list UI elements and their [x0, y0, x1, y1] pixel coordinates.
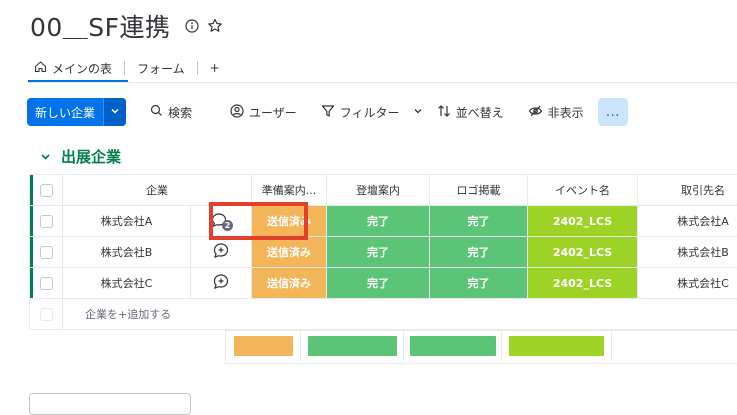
star-icon[interactable]	[207, 18, 223, 34]
highlight-box	[209, 202, 308, 240]
add-update-icon[interactable]	[212, 273, 230, 294]
event-cell[interactable]: 2402_LCS	[528, 237, 638, 268]
table-row: 株式会社C 送信済み 完了 完了 2402_LCS 株式会社C	[29, 268, 737, 299]
sort-button[interactable]: 並べ替え	[437, 104, 504, 121]
tab-divider	[124, 61, 126, 75]
item-name[interactable]: 株式会社C	[63, 268, 191, 299]
add-view-button[interactable]: +	[204, 57, 226, 79]
add-item-row: 企業を+追加する	[29, 299, 737, 330]
hide-button[interactable]: 非表示	[528, 104, 584, 121]
column-header-status3[interactable]: ロゴ掲載	[430, 174, 528, 206]
row-checkbox[interactable]	[39, 245, 53, 259]
eye-off-icon	[528, 104, 543, 121]
status1-summary-bar	[233, 336, 293, 356]
event-cell[interactable]: 2402_LCS	[528, 206, 638, 237]
status1-summary[interactable]	[226, 331, 301, 361]
status3-summary-bar	[409, 336, 496, 356]
status2-cell[interactable]: 完了	[327, 206, 430, 237]
person-filter-button[interactable]: ユーザー	[230, 103, 297, 121]
row-checkbox[interactable]	[39, 276, 53, 290]
status3-summary[interactable]	[404, 331, 502, 361]
updates-cell[interactable]	[191, 237, 252, 268]
group-header[interactable]: 出展企業	[40, 146, 121, 167]
tab-label: フォーム	[137, 61, 185, 76]
status2-cell[interactable]: 完了	[327, 237, 430, 268]
add-row-checkbox	[39, 307, 53, 321]
row-checkbox[interactable]	[39, 214, 53, 228]
filter-button[interactable]: フィルター	[321, 104, 423, 121]
board-toolbar: 新しい企業 検索 ユーザー フィルター 並べ替え 非表示 …	[27, 98, 628, 126]
chevron-down-icon[interactable]	[40, 148, 51, 166]
item-name[interactable]: 株式会社A	[63, 206, 191, 237]
group-title[interactable]: 出展企業	[61, 146, 121, 167]
event-summary-bar	[509, 336, 604, 356]
filter-icon	[321, 104, 335, 121]
status2-summary[interactable]	[301, 331, 404, 361]
item-name[interactable]: 株式会社B	[63, 237, 191, 268]
new-item-button[interactable]: 新しい企業	[27, 98, 127, 126]
board-title[interactable]: 00＿SF連携	[30, 8, 171, 44]
sort-icon	[437, 104, 451, 121]
status3-cell[interactable]: 完了	[430, 206, 528, 237]
tabs-divider	[28, 82, 737, 83]
summary-row	[225, 330, 737, 364]
status1-cell[interactable]: 送信済み	[252, 237, 327, 268]
person-icon	[230, 103, 244, 121]
more-options-button[interactable]: …	[597, 98, 628, 126]
partner-cell[interactable]: 株式会社C	[638, 268, 737, 299]
row-checkbox-cell	[29, 237, 63, 268]
status3-cell[interactable]: 完了	[430, 268, 528, 299]
updates-cell[interactable]	[191, 268, 252, 299]
status2-summary-bar	[307, 336, 397, 356]
view-tabs: メインの表 フォーム +	[28, 55, 226, 81]
chevron-down-icon	[110, 105, 120, 119]
status1-cell[interactable]: 送信済み	[252, 268, 327, 299]
new-item-dropdown[interactable]	[103, 98, 127, 126]
table-row: 株式会社A 2 送信済み 完了 完了 2402_LCS 株式会社A	[29, 206, 737, 237]
info-icon[interactable]	[184, 19, 199, 33]
event-cell[interactable]: 2402_LCS	[528, 268, 638, 299]
tab-divider	[196, 61, 198, 75]
board-header: 00＿SF連携	[30, 8, 223, 44]
row-checkbox-cell	[29, 268, 63, 299]
new-item-label[interactable]: 新しい企業	[27, 98, 103, 126]
select-all-checkbox[interactable]	[39, 183, 53, 197]
search-button[interactable]: 検索	[150, 104, 192, 121]
search-icon	[150, 104, 163, 120]
column-header-event[interactable]: イベント名	[528, 174, 638, 206]
tab-label: メインの表	[52, 61, 113, 76]
more-icon: …	[605, 104, 620, 120]
tab-form[interactable]: フォーム	[131, 57, 191, 79]
table-row: 株式会社B 送信済み 完了 完了 2402_LCS 株式会社B	[29, 237, 737, 268]
column-header-partner[interactable]: 取引先名	[638, 174, 737, 206]
add-group-button[interactable]	[29, 393, 191, 415]
table-header-row: 企業 準備案内... 登壇案内 ロゴ掲載 イベント名 取引先名	[29, 174, 737, 206]
row-checkbox-cell	[29, 206, 63, 237]
add-row-checkbox-cell	[29, 299, 63, 330]
add-item-input[interactable]: 企業を+追加する	[63, 299, 737, 330]
status3-cell[interactable]: 完了	[430, 237, 528, 268]
chevron-down-icon[interactable]	[413, 105, 423, 119]
partner-cell[interactable]: 株式会社A	[638, 206, 737, 237]
column-header-status2[interactable]: 登壇案内	[327, 174, 430, 206]
home-icon	[34, 60, 47, 76]
event-summary[interactable]	[502, 331, 612, 361]
select-all-cell	[29, 174, 63, 206]
tab-main-table[interactable]: メインの表	[28, 57, 118, 79]
status2-cell[interactable]: 完了	[327, 268, 430, 299]
add-update-icon[interactable]	[212, 242, 230, 263]
partner-summary	[612, 331, 737, 361]
partner-cell[interactable]: 株式会社B	[638, 237, 737, 268]
